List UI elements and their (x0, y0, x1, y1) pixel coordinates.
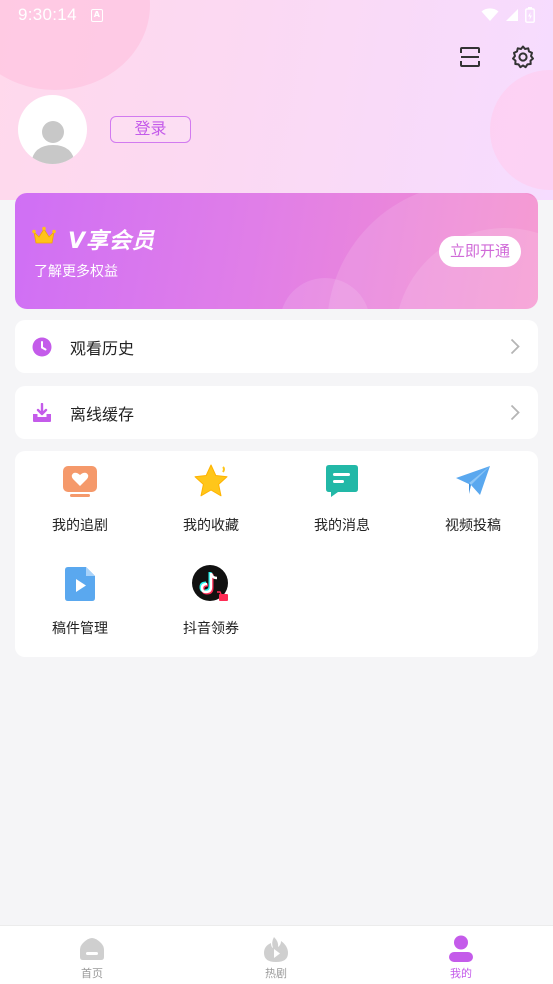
vip-subtitle: 了解更多权益 (34, 264, 118, 280)
scan-icon[interactable] (456, 43, 484, 71)
avatar[interactable] (18, 95, 87, 164)
grid-item-label: 我的追剧 (52, 518, 108, 534)
status-indicators (481, 7, 535, 23)
menu-row-label: 观看历史 (70, 338, 135, 358)
grid-item-my-messages[interactable]: 我的消息 (277, 451, 407, 541)
grid-item-manuscript-management[interactable]: 稿件管理 (15, 554, 145, 644)
profile-header: 9:30:14 A 登录 (0, 0, 553, 200)
status-bar: 9:30:14 A (0, 0, 553, 30)
menu-row-label: 离线缓存 (70, 404, 135, 424)
flame-icon (262, 935, 290, 963)
crown-icon (32, 226, 56, 244)
chevron-right-icon (510, 404, 520, 421)
vip-title: V享会员 (68, 229, 156, 254)
feature-grid: 我的追剧 我的收藏 我的消息 视频投稿 稿件管理 抖音领券 (15, 451, 538, 657)
nav-label: 首页 (81, 967, 103, 980)
settings-gear-icon[interactable] (509, 43, 537, 71)
douyin-icon (191, 564, 231, 604)
grid-item-douyin-coupon[interactable]: 抖音领券 (146, 554, 276, 644)
notification-a-icon: A (90, 8, 103, 22)
download-icon (33, 402, 51, 422)
grid-item-my-favorites[interactable]: 我的收藏 (146, 451, 276, 541)
nav-item-home[interactable]: 首页 (32, 926, 152, 984)
vip-open-button[interactable]: 立即开通 (439, 236, 521, 267)
grid-item-label: 我的消息 (314, 518, 370, 534)
star-icon (191, 461, 231, 501)
grid-item-label: 视频投稿 (445, 518, 501, 534)
grid-item-video-submission[interactable]: 视频投稿 (408, 451, 538, 541)
video-file-icon (60, 564, 100, 604)
signal-icon (506, 9, 518, 21)
status-time: 9:30:14 (18, 5, 77, 24)
bottom-navigation: 首页 热剧 我的 (0, 925, 553, 984)
home-icon (78, 935, 106, 963)
chevron-right-icon (510, 338, 520, 355)
user-icon (447, 935, 475, 963)
wifi-icon (481, 8, 499, 21)
paper-plane-icon (453, 461, 493, 501)
menu-row-offline-cache[interactable]: 离线缓存 (15, 386, 538, 439)
default-avatar-icon (30, 121, 75, 164)
login-button[interactable]: 登录 (110, 116, 191, 143)
grid-item-my-follows[interactable]: 我的追剧 (15, 451, 145, 541)
grid-item-label: 抖音领券 (183, 621, 239, 637)
nav-label: 我的 (450, 967, 472, 980)
message-icon (322, 461, 362, 501)
nav-item-hot-dramas[interactable]: 热剧 (216, 926, 336, 984)
grid-item-label: 我的收藏 (183, 518, 239, 534)
battery-icon (525, 7, 535, 23)
vip-membership-card[interactable]: V享会员 了解更多权益 立即开通 (15, 193, 538, 309)
tv-heart-icon (60, 461, 100, 501)
decor-blob (490, 70, 553, 190)
menu-row-history[interactable]: 观看历史 (15, 320, 538, 373)
clock-icon (32, 337, 52, 356)
nav-label: 热剧 (265, 967, 287, 980)
grid-item-label: 稿件管理 (52, 621, 108, 637)
nav-item-mine[interactable]: 我的 (401, 926, 521, 984)
